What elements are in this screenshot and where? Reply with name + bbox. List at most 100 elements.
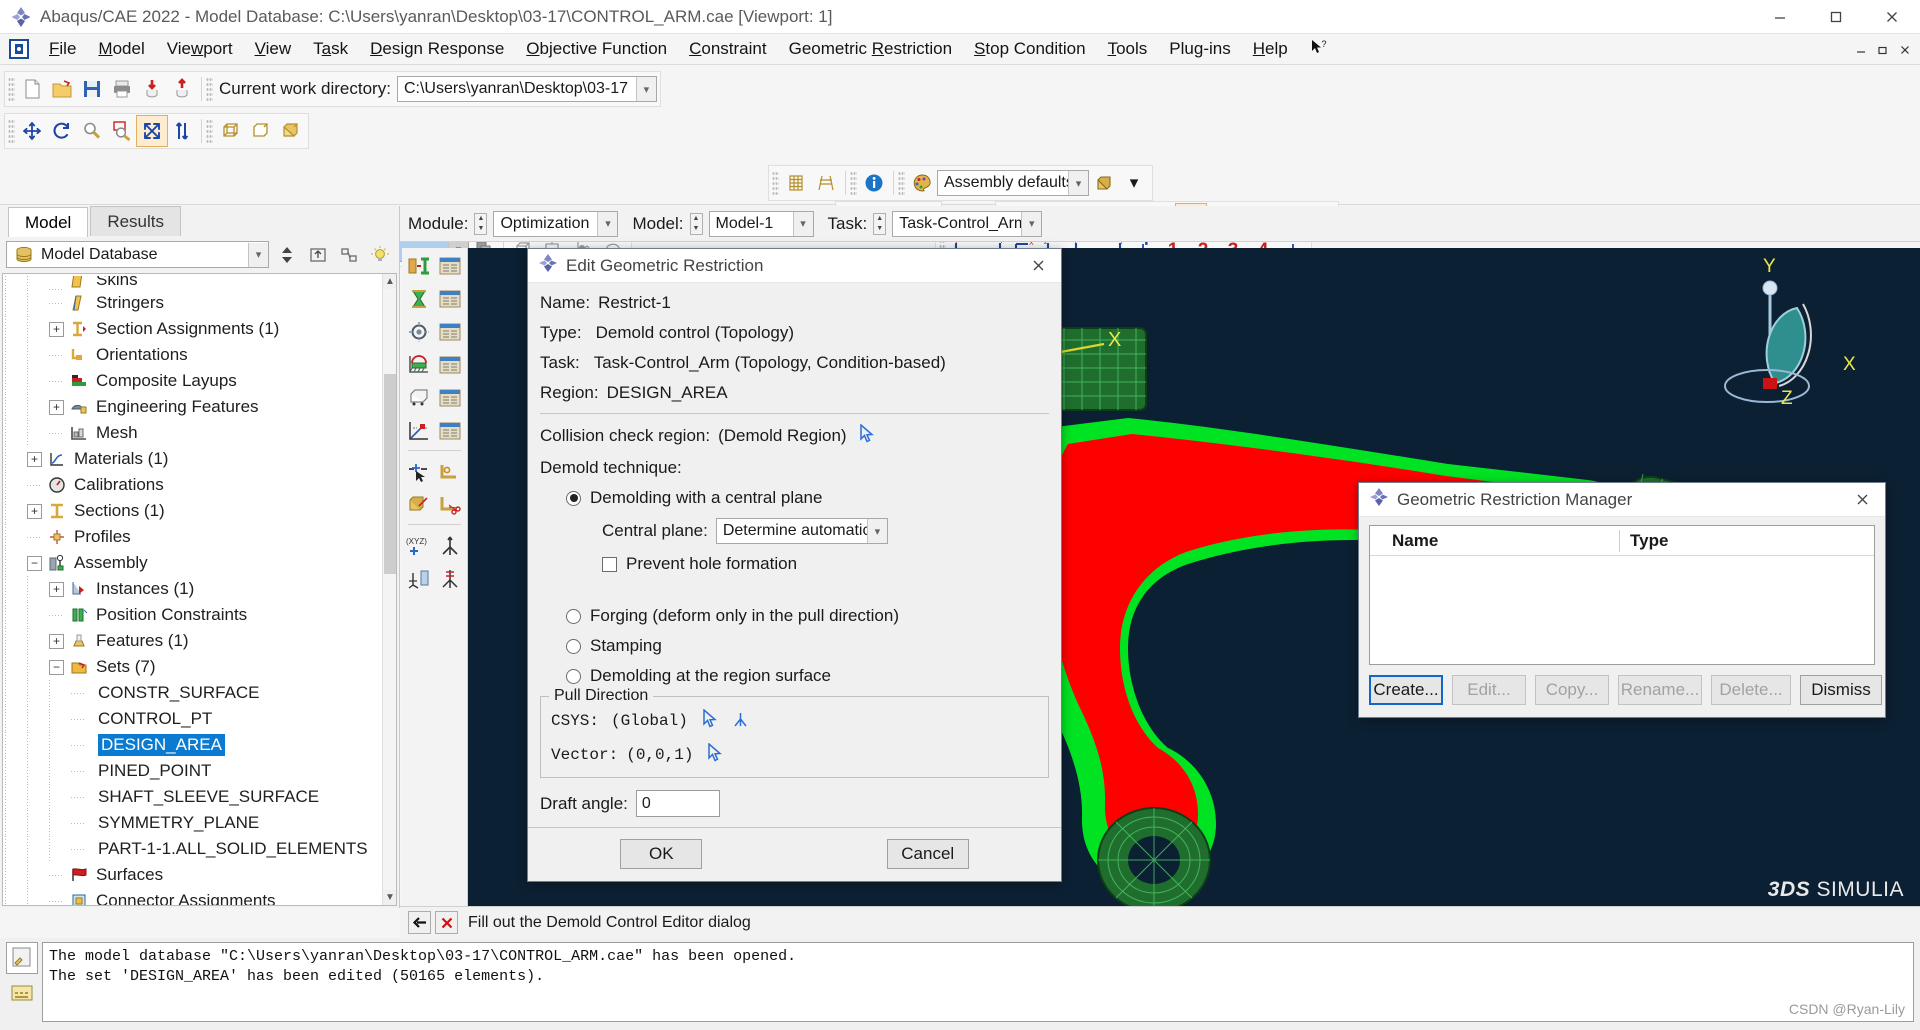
expand-icon[interactable]: + [27, 503, 42, 519]
scroll-down-icon[interactable]: ▼ [383, 890, 396, 905]
print-icon[interactable] [107, 74, 137, 104]
chevron-down-icon[interactable]: ▾ [635, 77, 656, 101]
datum-plane-icon[interactable] [405, 565, 434, 593]
tree-item-profiles[interactable]: Profiles [3, 524, 382, 550]
export-icon[interactable] [167, 74, 197, 104]
toolbar-grip[interactable] [206, 119, 213, 143]
pick-cursor-icon[interactable] [707, 742, 724, 767]
minimize-icon[interactable] [1752, 0, 1808, 34]
datum-offset-icon[interactable] [436, 565, 465, 593]
tree-item-sections-1[interactable]: + Sections (1) [3, 498, 382, 524]
design-response-manager-icon[interactable] [436, 252, 465, 280]
tree-item-engineering-features[interactable]: + Engineering Features [3, 394, 382, 420]
module-spinner[interactable]: ▲ ▼ [474, 212, 488, 235]
menu-file[interactable]: File [38, 36, 87, 62]
tree-item-composite-layups[interactable]: Composite Layups [3, 368, 382, 394]
scroll-thumb[interactable] [384, 374, 396, 574]
tree-item-shaft-sleeve-surface[interactable]: SHAFT_SLEEVE_SURFACE [3, 784, 382, 810]
model-tree[interactable]: Skins Stringers + Section Assignments (1) Or… [2, 273, 397, 906]
link-icon[interactable] [336, 243, 362, 267]
rotate-icon[interactable] [47, 116, 77, 146]
tree-item-control-pt[interactable]: CONTROL_PT [3, 706, 382, 732]
tree-item-design-area[interactable]: DESIGN_AREA [3, 732, 382, 758]
tree-item-part-1-1-all-solid-elements[interactable]: PART-1-1.ALL_SOLID_ELEMENTS [3, 836, 382, 862]
tree-item-instances-1[interactable]: + Instances (1) [3, 576, 382, 602]
radio-stamping[interactable]: Stamping [566, 636, 1049, 656]
tab-results[interactable]: Results [90, 206, 181, 236]
radio-forging[interactable]: Forging (deform only in the pull directi… [566, 606, 1049, 626]
shaded-icon[interactable] [275, 116, 305, 146]
new-file-icon[interactable] [17, 74, 47, 104]
import-icon[interactable] [137, 74, 167, 104]
nav-triad[interactable]: Y X Z [1675, 258, 1875, 428]
context-help-icon[interactable]: ? [1299, 36, 1339, 63]
collapse-icon[interactable]: − [49, 659, 64, 675]
tree-item-materials-1[interactable]: + Materials (1) [3, 446, 382, 472]
box-zoom-icon[interactable] [107, 116, 137, 146]
tree-item-orientations[interactable]: Orientations [3, 342, 382, 368]
tree-item-stringers[interactable]: Stringers [3, 290, 382, 316]
select-set-icon[interactable] [405, 458, 434, 486]
create-set-icon[interactable] [436, 458, 465, 486]
model-spinner[interactable]: ▲ ▼ [689, 212, 703, 235]
task-spinner[interactable]: ▲ ▼ [873, 212, 887, 235]
toolbar-grip[interactable] [8, 77, 15, 101]
expand-icon[interactable]: + [49, 321, 64, 337]
constraint-manager-icon[interactable] [436, 318, 465, 346]
close-icon[interactable] [1845, 485, 1879, 515]
color-code-combo[interactable]: Assembly defaults ▾ [937, 170, 1089, 196]
tree-scrollbar[interactable]: ▲ ▼ [382, 274, 396, 905]
message-pad-icon[interactable] [6, 942, 38, 974]
menu-viewport[interactable]: Viewport [156, 36, 244, 62]
edit-geometric-restriction-dialog[interactable]: Edit Geometric Restriction Name: Restric… [527, 248, 1062, 882]
datum-axis-icon[interactable] [436, 532, 465, 560]
cwd-combo[interactable]: C:\Users\yanran\Desktop\03-17 ▾ [396, 76, 657, 102]
chevron-down-icon[interactable]: ▾ [248, 242, 268, 267]
tree-item-pined-point[interactable]: PINED_POINT [3, 758, 382, 784]
tree-item-calibrations[interactable]: Calibrations [3, 472, 382, 498]
geometric-restriction-manager-dialog[interactable]: Geometric Restriction Manager Name Type … [1358, 482, 1886, 718]
csys-triad-icon[interactable] [731, 709, 750, 733]
objective-function-icon[interactable] [405, 285, 434, 313]
tree-item-position-constraints[interactable]: Position Constraints [3, 602, 382, 628]
menu-view[interactable]: View [244, 36, 303, 62]
color-cube-icon[interactable] [1089, 168, 1119, 198]
hidden-line-icon[interactable] [245, 116, 275, 146]
tree-item-skins[interactable]: Skins [3, 276, 382, 290]
restore-child-icon[interactable] [1872, 38, 1894, 62]
task-combo[interactable]: Task-Control_Arm ▾ [892, 210, 1043, 237]
radio-icon[interactable] [566, 638, 581, 654]
menu-task[interactable]: Task [302, 36, 359, 62]
model-combo[interactable]: Model-1 ▾ [708, 210, 814, 237]
kernel-cli-icon[interactable] [6, 977, 38, 1009]
objective-function-manager-icon[interactable] [436, 285, 465, 313]
geometric-restriction-icon[interactable] [405, 351, 434, 379]
expand-icon[interactable]: + [49, 581, 64, 597]
expand-icon[interactable]: + [49, 633, 64, 649]
optimization-process-manager-icon[interactable] [436, 417, 465, 445]
toolbar-grip[interactable] [850, 171, 857, 195]
central-plane-combo[interactable]: Determine automatically ▾ [715, 518, 888, 544]
magnify-icon[interactable] [77, 116, 107, 146]
menu-geometric-restriction[interactable]: Geometric Restriction [778, 36, 963, 62]
chevron-down-icon[interactable]: ▾ [1068, 171, 1088, 195]
open-file-icon[interactable] [47, 74, 77, 104]
tree-item-mesh[interactable]: Mesh [3, 420, 382, 446]
radio-icon[interactable] [566, 608, 581, 624]
radio-region-surface[interactable]: Demolding at the region surface [566, 666, 1049, 686]
cancel-button[interactable]: Cancel [886, 839, 969, 869]
tree-item-constr-surface[interactable]: CONSTR_SURFACE [3, 680, 382, 706]
menu-objective-function[interactable]: Objective Function [515, 36, 678, 62]
toolbar-grip[interactable] [8, 119, 15, 143]
stop-condition-manager-icon[interactable] [436, 384, 465, 412]
menu-help[interactable]: Help [1242, 36, 1299, 62]
constraint-icon[interactable] [405, 318, 434, 346]
module-combo[interactable]: Optimization ▾ [493, 210, 619, 237]
chevron-down-icon[interactable]: ▾ [597, 211, 618, 236]
chevron-down-icon[interactable]: ▾ [1021, 211, 1042, 236]
render-beam-icon[interactable] [811, 168, 841, 198]
tab-model[interactable]: Model [8, 207, 89, 237]
chevron-down-icon[interactable]: ▾ [792, 211, 813, 236]
toolbar-grip[interactable] [898, 171, 905, 195]
radio-icon[interactable] [566, 668, 581, 684]
